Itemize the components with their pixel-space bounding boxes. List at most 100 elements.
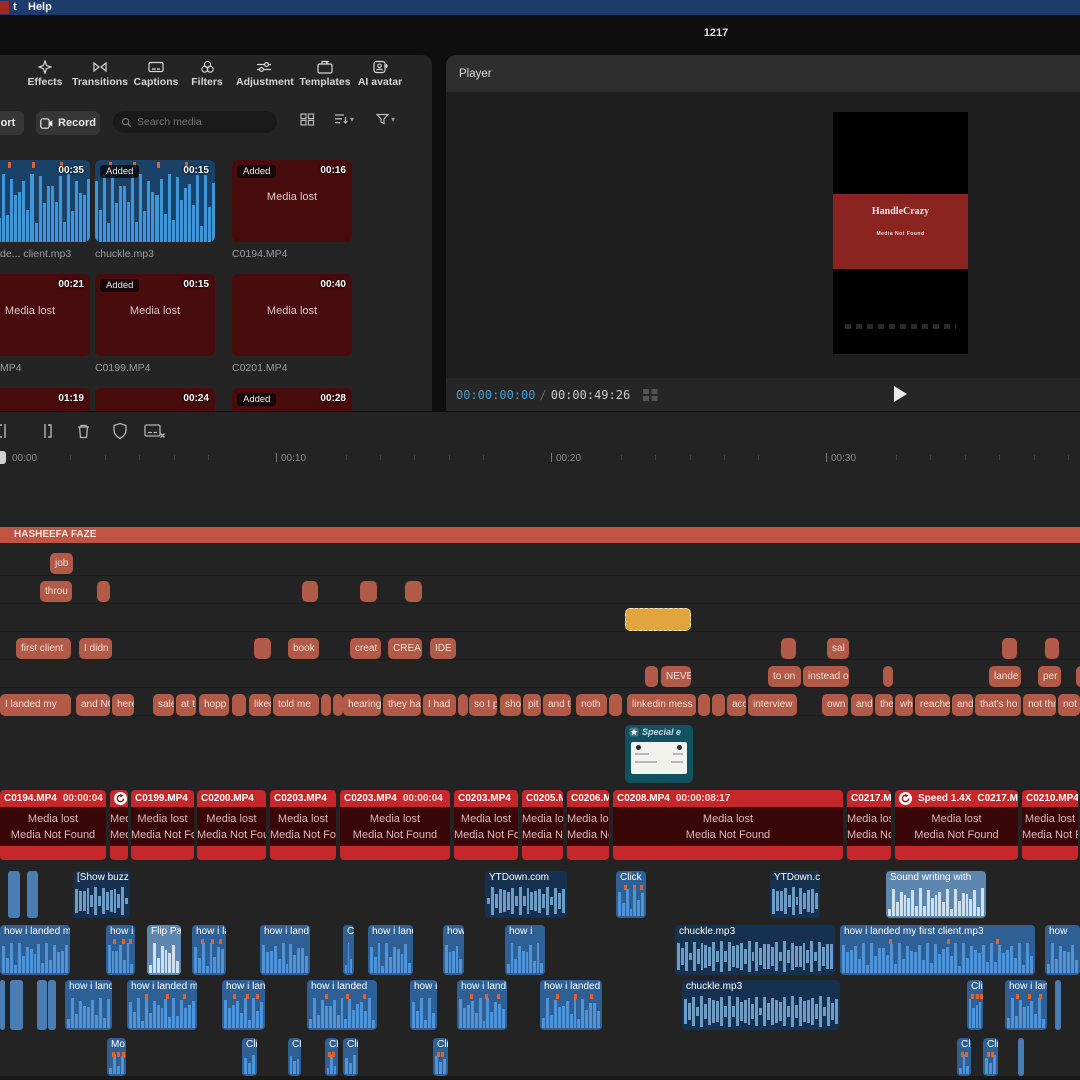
text-clip[interactable]: own [822,694,848,716]
audio-clip[interactable]: Cli [343,1038,358,1076]
text-clip[interactable]: not thr [1023,694,1056,716]
video-clip[interactable]: C0203.MP4Media lostMedia Not Found [454,790,518,860]
audio-stub-clip[interactable] [0,980,5,1030]
text-clip[interactable] [1076,666,1080,687]
audio-clip[interactable]: Cli [242,1038,257,1076]
text-clip[interactable]: so I p [469,694,497,716]
text-clip[interactable]: interview [748,694,797,716]
text-clip[interactable]: they ha [383,694,421,716]
media-clip-thumbnail[interactable]: 00:35 [0,160,90,242]
audio-clip[interactable]: how i landed [307,980,377,1030]
audio-clip[interactable]: C [343,925,354,975]
split-left-icon[interactable] [0,422,14,440]
audio-stub-clip[interactable] [1018,1038,1024,1076]
text-clip[interactable]: wh [895,694,913,716]
text-clip[interactable]: lande [989,666,1021,687]
text-clip[interactable]: acc [727,694,746,716]
text-clip[interactable] [458,694,468,716]
text-clip[interactable]: sale [153,694,174,716]
text-clip[interactable]: the [875,694,893,716]
audio-clip[interactable]: YTDown.c [770,871,820,918]
video-clip[interactable]: C0210.MP4Media lostMedia Not Found [1022,790,1078,860]
text-clip[interactable] [232,694,246,716]
text-clip[interactable] [609,694,622,716]
text-clip[interactable]: NEVE [661,666,691,687]
audio-clip[interactable]: how i land [65,980,112,1030]
search-input[interactable]: Search media [113,111,277,133]
audio-stub-clip[interactable] [37,980,47,1030]
audio-clip[interactable]: how i landed [540,980,602,1030]
mask-shield-icon[interactable] [112,422,128,440]
audio-clip[interactable]: YTDown.com [485,871,567,918]
media-clip-thumbnail[interactable]: Media lostAdded00:15 [95,274,215,356]
audio-clip[interactable]: how i landed my first client.mp3 [840,925,1035,975]
text-clip[interactable]: here [112,694,134,716]
text-clip[interactable]: that's ho [975,694,1021,716]
audio-stub-clip[interactable] [1055,980,1061,1030]
video-clip[interactable]: Speed 1.4XC0217.MP4Media lostMedia Not F… [895,790,1018,860]
text-clip[interactable]: instead o [803,666,849,687]
audio-clip[interactable]: how i lan [1005,980,1047,1030]
text-clip[interactable]: sal [827,638,849,659]
audio-stub-clip[interactable] [27,871,38,918]
video-clip[interactable]: Media lostMedia Not Found [110,790,128,860]
audio-clip[interactable]: how i landed m [0,925,70,975]
text-clip[interactable]: first client [16,638,71,659]
selected-text-clip[interactable] [625,608,691,631]
text-clip[interactable]: I had [423,694,456,716]
media-tab-ai-avatar[interactable]: AI avatar [352,60,408,100]
text-clip[interactable] [405,581,422,602]
video-clip[interactable]: C0206.MP4Media lostMedia Not Found [567,790,609,860]
audio-clip[interactable]: Click [616,871,646,918]
media-tab-ers[interactable]: ers [0,60,12,100]
audio-clip[interactable]: Cli [433,1038,448,1076]
text-clip[interactable]: at t [176,694,196,716]
media-tab-filters[interactable]: Filters [179,60,235,100]
text-clip[interactable]: linkedin mess [627,694,696,716]
filter-button[interactable]: ▾ [376,113,395,125]
audio-clip[interactable]: Cli [288,1038,301,1076]
record-button[interactable]: Record [36,111,100,135]
media-clip-thumbnail[interactable]: Added00:28 [232,388,352,411]
speaker-banner-clip[interactable]: HASHEEFA FAZE [0,527,1080,543]
menu-item-help[interactable]: Help [28,0,52,15]
text-clip[interactable] [883,666,893,687]
media-clip-thumbnail[interactable]: 00:24 [95,388,215,411]
text-clip[interactable] [360,581,377,602]
text-clip[interactable]: and NO [76,694,110,716]
video-clip[interactable]: C0217.MP4Media lostMedia Not Found [847,790,891,860]
text-clip[interactable] [97,581,110,602]
text-clip[interactable] [712,694,725,716]
audio-clip[interactable]: Mo [107,1038,126,1076]
media-tab-templates[interactable]: Templates [297,60,353,100]
text-clip[interactable]: noth [576,694,607,716]
video-clip[interactable]: C0199.MP4Media lostMedia Not Found [131,790,194,860]
text-clip[interactable] [1045,638,1059,659]
text-clip[interactable] [1002,638,1017,659]
timeline-ruler[interactable]: 00:0000:1000:2000:30 [0,450,1080,470]
text-clip[interactable]: book [288,638,319,659]
text-clip[interactable]: reache [915,694,950,716]
text-clip[interactable]: creat [350,638,381,659]
audio-clip[interactable]: how i land [457,980,507,1030]
text-clip[interactable]: IDE [430,638,456,659]
text-clip[interactable]: job [50,553,73,574]
text-clip[interactable] [781,638,796,659]
text-clip[interactable]: not [1058,694,1080,716]
import-button[interactable]: ort [0,111,24,135]
audio-clip[interactable]: how [1045,925,1080,975]
split-right-icon[interactable] [36,422,54,440]
text-clip[interactable]: hearing [343,694,381,716]
video-clip[interactable]: C0194.MP400:00:04Media lostMedia Not Fou… [0,790,106,860]
audio-clip[interactable]: chuckle.mp3 [675,925,835,975]
video-clip[interactable]: C0205.MP4Media lostMedia Not Found [522,790,563,860]
audio-clip[interactable]: Cli [957,1038,971,1076]
media-tab-captions[interactable]: Captions [128,60,184,100]
audio-clip[interactable]: Sound writing with [886,871,986,918]
text-clip[interactable] [333,694,343,716]
safe-zone-grid-icon[interactable] [642,388,659,402]
audio-stub-clip[interactable] [8,871,20,918]
audio-clip[interactable]: Cli [983,1038,998,1076]
text-clip[interactable]: per [1038,666,1061,687]
delete-icon[interactable] [75,422,92,440]
